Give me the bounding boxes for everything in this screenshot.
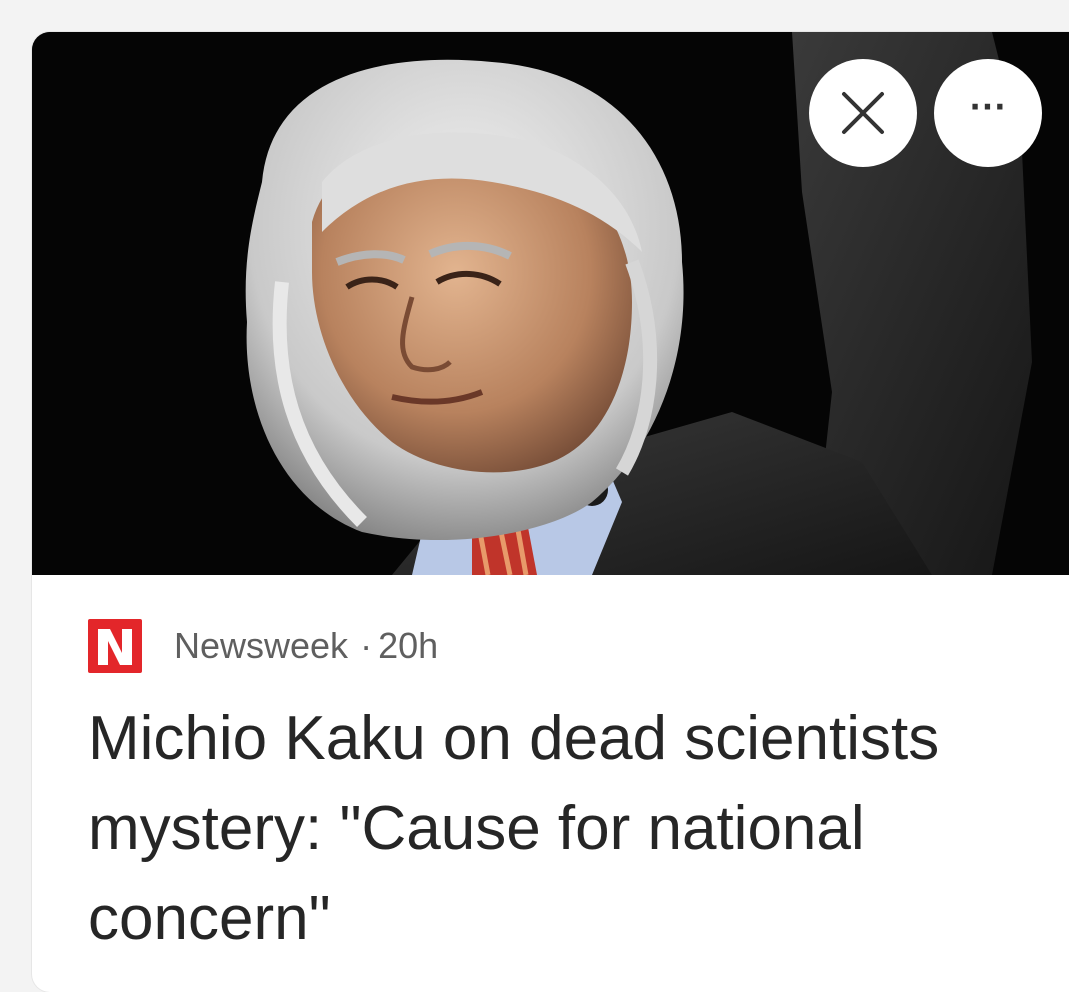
news-card[interactable]: ··· Newsweek · 20h Michio Kaku on dead s… (32, 32, 1069, 992)
article-image[interactable]: ··· (32, 32, 1069, 575)
meta-separator: · (360, 625, 373, 666)
article-meta: Newsweek · 20h (88, 618, 438, 674)
more-options-button[interactable]: ··· (934, 59, 1042, 167)
close-button[interactable] (809, 59, 917, 167)
article-age: 20h (378, 625, 439, 666)
close-icon (842, 92, 884, 134)
more-options-icon: ··· (969, 90, 1007, 125)
article-headline[interactable]: Michio Kaku on dead scientists mystery: … (88, 694, 1048, 964)
newsweek-logo-icon (88, 619, 142, 673)
source-name[interactable]: Newsweek (174, 625, 348, 667)
